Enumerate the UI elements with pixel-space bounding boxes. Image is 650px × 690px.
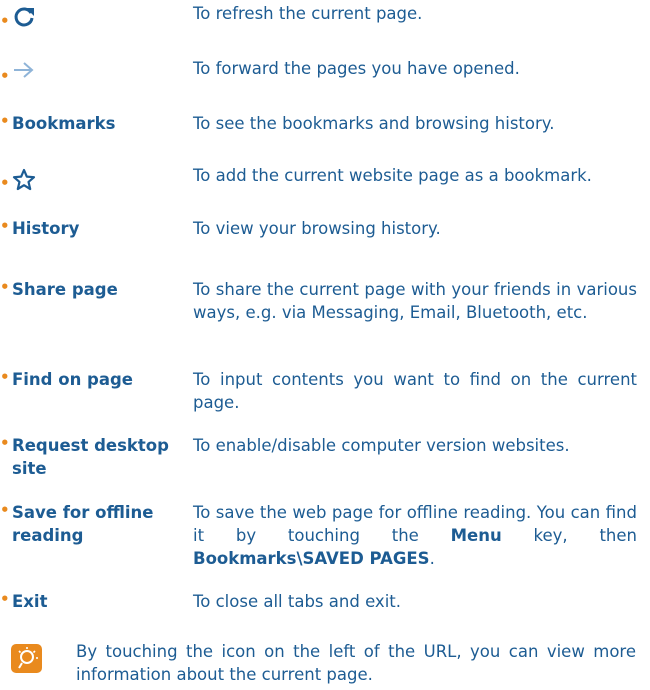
item-description: To refresh the current page. [193,4,423,23]
item-term: Request desktop site [12,436,169,478]
item-description: To input contents you want to find on th… [193,370,637,412]
item-term: History [12,219,80,238]
item-description: To enable/disable computer version websi… [193,436,570,455]
item-term: Find on page [12,370,134,389]
item-term: Bookmarks [12,114,116,133]
tip-text: By touching the icon on the left of the … [76,642,636,684]
item-term: Share page [12,280,118,299]
item-term: Exit [12,592,48,611]
item-description: To close all tabs and exit. [193,592,401,611]
item-description: To add the current website page as a boo… [193,166,592,185]
desc-bold-menu: Menu [450,526,502,545]
item-description: To share the current page with your frie… [193,280,637,322]
forward-arrow-icon [12,60,34,84]
desc-text: key, then [501,526,637,545]
lightbulb-tip-icon [11,644,42,673]
item-description: To save the web page for offline reading… [193,501,637,570]
desc-bold-bookmarks: Bookmarks\SAVED PAGES [193,549,430,568]
item-description: To forward the pages you have opened. [193,59,520,78]
item-term: Save for offline reading [12,503,154,545]
bullet: • [0,174,10,192]
desc-text: . [429,549,435,568]
item-description: To view your browsing history. [193,219,441,238]
bullet: • [0,12,10,30]
star-outline-icon [12,168,36,195]
item-description: To see the bookmarks and browsing histor… [193,114,555,133]
bullet: • [0,67,10,85]
refresh-icon [12,5,36,33]
